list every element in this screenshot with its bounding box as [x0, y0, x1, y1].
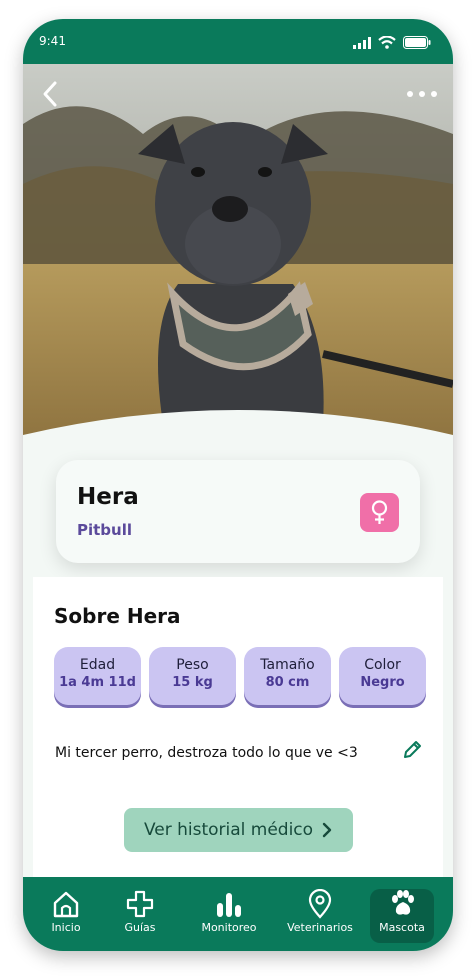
stat-value: 1a 4m 11d [59, 675, 136, 690]
pencil-icon [404, 741, 421, 758]
stat-label: Peso [176, 657, 209, 673]
tab-label: Guías [124, 921, 156, 934]
tab-guias[interactable]: Guías [100, 889, 180, 943]
tab-monitoreo[interactable]: Monitoreo [189, 889, 269, 943]
medical-history-label: Ver historial médico [143, 820, 314, 840]
tab-veterinarios[interactable]: Veterinarios [280, 888, 360, 943]
about-section: Sobre Hera Edad 1a 4m 11d Peso 15 kg Tam… [33, 577, 443, 877]
back-button[interactable] [39, 80, 63, 108]
status-bar: 9:41 [23, 19, 453, 64]
tab-label: Inicio [51, 921, 81, 934]
pet-name: Hera [77, 484, 139, 510]
stat-value: Negro [360, 675, 405, 690]
signal-icon [353, 34, 371, 53]
medical-history-button[interactable]: Ver historial médico [124, 808, 353, 852]
status-time: 9:41 [39, 34, 66, 48]
stat-color: Color Negro [339, 647, 426, 705]
stat-value: 15 kg [172, 675, 213, 690]
wifi-icon [378, 34, 396, 53]
bar-chart-icon [189, 889, 269, 919]
tab-inicio[interactable]: Inicio [26, 889, 106, 943]
stat-age: Edad 1a 4m 11d [54, 647, 141, 705]
tab-mascota[interactable]: Mascota [370, 889, 434, 943]
more-dots-icon [407, 91, 437, 97]
tab-label: Mascota [379, 921, 425, 934]
pet-name-card: Hera Pitbull [56, 460, 420, 563]
chevron-left-icon [43, 81, 57, 107]
chevron-right-icon [322, 822, 332, 838]
plus-icon [100, 889, 180, 919]
more-options-button[interactable] [405, 86, 439, 100]
bottom-tab-bar: Inicio Guías Monitoreo Veterinarios Masc… [23, 877, 453, 951]
home-icon [26, 889, 106, 919]
stat-weight: Peso 15 kg [149, 647, 236, 705]
pet-photo [23, 64, 453, 439]
pet-breed: Pitbull [77, 521, 133, 539]
stat-label: Tamaño [260, 657, 315, 673]
phone-frame: 9:41 Hera Pitbull Sobre Hera Edad 1a 4m … [23, 19, 453, 951]
dog-photo-illustration [23, 64, 453, 439]
tab-label: Monitoreo [201, 921, 257, 934]
status-icons [353, 34, 431, 53]
tab-label: Veterinarios [287, 921, 353, 934]
pet-note: Mi tercer perro, destroza todo lo que ve… [55, 745, 358, 761]
stat-label: Color [364, 657, 401, 673]
curve-divider [23, 410, 453, 465]
stat-value: 80 cm [265, 675, 310, 690]
paw-icon [370, 889, 434, 919]
stats-row: Edad 1a 4m 11d Peso 15 kg Tamaño 80 cm C… [54, 647, 426, 705]
battery-icon [403, 34, 431, 53]
stat-label: Edad [79, 657, 116, 673]
sex-badge [360, 493, 399, 532]
stat-size: Tamaño 80 cm [244, 647, 331, 705]
female-symbol-icon [371, 500, 388, 524]
location-pin-icon [280, 888, 360, 919]
about-title: Sobre Hera [54, 604, 181, 628]
edit-note-button[interactable] [401, 739, 423, 761]
